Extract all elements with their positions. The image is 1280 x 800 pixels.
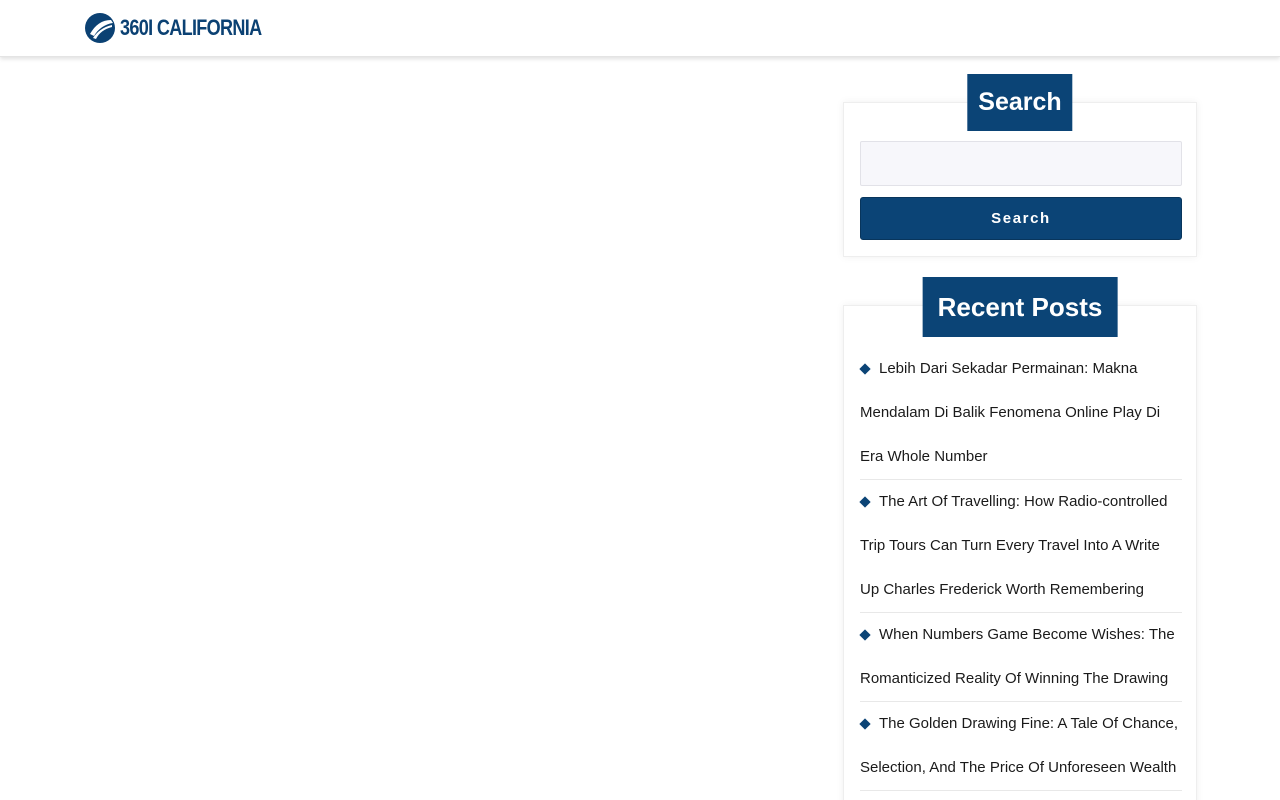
diamond-bullet-icon [859, 717, 871, 730]
site-header: 360I CALIFORNIA [0, 0, 1280, 57]
search-input[interactable] [860, 141, 1182, 186]
recent-post-link[interactable]: The Art Of Travelling: How Radio-control… [859, 480, 1182, 612]
recent-post-title: When Numbers Game Become Wishes: The Rom… [860, 626, 1175, 687]
recent-posts-title: Recent Posts [922, 277, 1118, 337]
recent-post-link[interactable]: When Numbers Game Become Wishes: The Rom… [859, 613, 1182, 701]
diamond-bullet-icon [859, 362, 871, 375]
recent-post-title: Lebih Dari Sekadar Permainan: Makna Mend… [860, 360, 1161, 465]
site-logo-link[interactable]: 360I CALIFORNIA [84, 12, 293, 44]
site-logo-text: 360I CALIFORNIA [120, 15, 262, 40]
list-item: The Golden Drawing Fine: A Tale Of Chanc… [859, 702, 1182, 791]
recent-post-title: The Golden Drawing Fine: A Tale Of Chanc… [860, 715, 1179, 776]
search-widget: Search Search [843, 74, 1197, 257]
search-widget-title: Search [967, 74, 1073, 131]
circle-swoosh-logo-icon [85, 13, 115, 43]
recent-post-title: The Art Of Travelling: How Radio-control… [860, 493, 1168, 598]
list-item: The Art Of Travelling: How Radio-control… [859, 480, 1182, 613]
recent-posts-list: Lebih Dari Sekadar Permainan: Makna Mend… [859, 347, 1182, 791]
search-button[interactable]: Search [860, 197, 1182, 240]
recent-posts-widget: Recent Posts Lebih Dari Sekadar Permaina… [843, 277, 1197, 800]
diamond-bullet-icon [859, 495, 871, 508]
recent-post-link[interactable]: Lebih Dari Sekadar Permainan: Makna Mend… [859, 347, 1182, 479]
list-item: Lebih Dari Sekadar Permainan: Makna Mend… [859, 347, 1182, 480]
recent-post-link[interactable]: The Golden Drawing Fine: A Tale Of Chanc… [859, 702, 1182, 790]
list-item: When Numbers Game Become Wishes: The Rom… [859, 613, 1182, 702]
diamond-bullet-icon [859, 628, 871, 641]
